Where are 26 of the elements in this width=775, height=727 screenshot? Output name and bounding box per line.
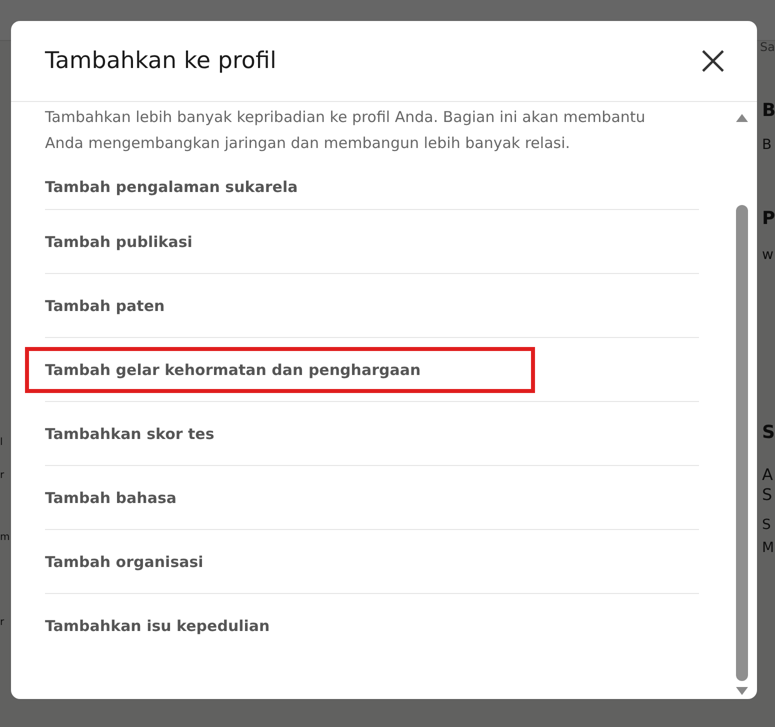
background-text: l [0,437,3,448]
scroll-down-icon[interactable] [736,687,748,695]
background-text: M [762,540,774,556]
menu-item[interactable]: Tambah bahasa [45,478,177,516]
background-text: r [0,617,4,628]
background-text: w [762,247,774,263]
background-text: S [762,517,771,533]
background-text: B [762,100,775,121]
menu-item[interactable]: Tambah organisasi [45,542,204,580]
menu-item[interactable]: Tambahkan skor tes [45,414,214,452]
background-text: m [0,532,10,543]
close-icon [701,49,725,73]
background-text: P [762,208,775,229]
menu-item[interactable]: Tambah paten [45,286,165,324]
menu-item[interactable]: Tambah pengalaman sukarela [45,168,298,206]
scroll-up-icon[interactable] [736,114,748,122]
menu-item[interactable]: Tambah publikasi [45,222,192,260]
dialog-description: Tambahkan lebih banyak kepribadian ke profil Anda. Bagian ini akan membantu Anda mengembangkan jaringan dan membangun lebih banyak relasi. [45,107,646,154]
background-text: r [0,470,4,481]
dialog-title: Tambahkan ke profil [45,48,276,74]
background-text: S [762,485,772,504]
background-text: A [762,465,773,484]
background-text: B [762,137,772,153]
menu-item[interactable]: Tambahkan isu kepedulian [45,607,270,645]
scroll-thumb[interactable] [736,205,748,681]
background-text: S [762,422,775,443]
